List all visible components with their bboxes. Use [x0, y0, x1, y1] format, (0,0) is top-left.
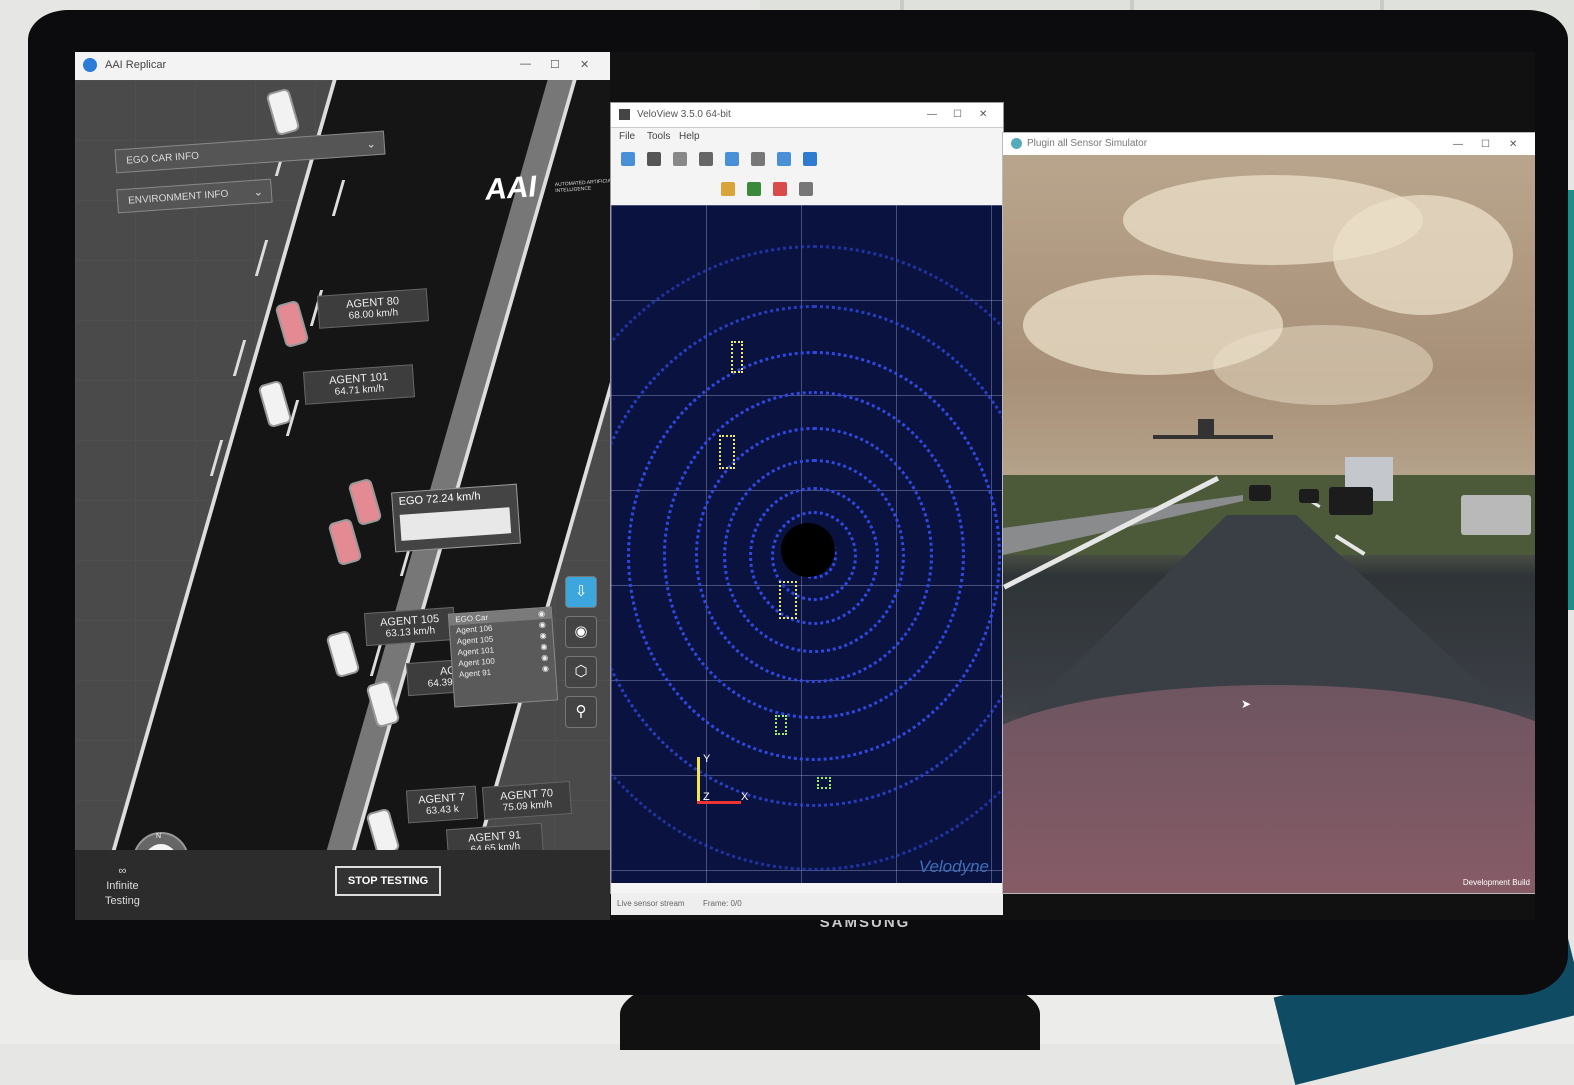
infinite-testing-indicator: ∞ Infinite Testing — [105, 865, 140, 907]
minimize-button[interactable]: — — [1453, 139, 1463, 150]
eye-icon: ◉ — [540, 641, 548, 652]
search-tool-button[interactable]: ⚲ — [565, 696, 597, 728]
infinity-icon: ∞ — [118, 865, 127, 877]
ego-speed: 72.24 km/h — [425, 490, 481, 507]
monitor-screen: AAI Replicar — ☐ ✕ EGO CAR INFO ⌄ ENVIRO… — [75, 52, 1535, 920]
car-hood — [1003, 685, 1535, 893]
sensor-simulator-window: Plugin all Sensor Simulator — ☐ ✕ ➤ Deve… — [1002, 132, 1535, 894]
menu-bar: File Tools Help — [611, 128, 1003, 146]
toolbar-button[interactable] — [799, 182, 813, 196]
traffic-car — [1249, 485, 1271, 501]
toolbar — [611, 146, 1003, 207]
eye-icon: ◉ — [539, 630, 547, 641]
app-logo-icon — [83, 58, 97, 72]
close-button[interactable]: ✕ — [580, 58, 589, 71]
detected-object-marker — [731, 341, 743, 373]
cube-tool-button[interactable]: ⬡ — [565, 656, 597, 688]
cloud — [1333, 195, 1513, 315]
agent-label: AGENT 70 75.09 km/h — [481, 780, 573, 821]
simulator-window: AAI Replicar — ☐ ✕ EGO CAR INFO ⌄ ENVIRO… — [75, 52, 610, 920]
simulator-titlebar: AAI Replicar — ☐ ✕ — [75, 52, 610, 81]
toolbar-button[interactable] — [725, 152, 739, 166]
aai-logo: AAI — [483, 170, 538, 207]
ego-label: EGO — [398, 494, 424, 508]
status-bar: Live sensor stream Frame: 0/0 — [611, 893, 1003, 915]
top-down-map[interactable]: EGO CAR INFO ⌄ ENVIRONMENT INFO ⌄ AAI AU… — [75, 80, 610, 850]
status-left: Live sensor stream — [617, 899, 685, 908]
window-title: VeloView 3.5.0 64-bit — [637, 109, 731, 120]
toolbar-button[interactable] — [803, 152, 817, 166]
simulator-bottom-bar: ∞ Infinite Testing STOP TESTING — [75, 850, 610, 920]
toolbar-button[interactable] — [621, 152, 635, 166]
close-button[interactable]: ✕ — [979, 109, 987, 120]
sensor-simulator-titlebar: Plugin all Sensor Simulator — ☐ ✕ — [1003, 133, 1535, 156]
app-icon — [1011, 138, 1022, 149]
environment-info-label: ENVIRONMENT INFO — [127, 188, 229, 207]
maximize-button[interactable]: ☐ — [1481, 139, 1490, 150]
toolbar-button[interactable] — [699, 152, 713, 166]
maximize-button[interactable]: ☐ — [953, 109, 962, 120]
ego-info-bar — [399, 507, 512, 541]
toolbar-button[interactable] — [647, 152, 661, 166]
toolbar-button[interactable] — [721, 182, 735, 196]
lidar-center-blindspot — [781, 523, 835, 577]
eye-icon: ◉ — [541, 663, 550, 674]
ego-car-info-label: EGO CAR INFO — [125, 150, 200, 167]
chevron-down-icon: ⌄ — [366, 138, 377, 151]
veloview-app-icon — [619, 109, 630, 120]
traffic-car — [1299, 489, 1319, 503]
camera-view[interactable]: ➤ Development Build — [1003, 155, 1535, 893]
detected-object-marker — [817, 777, 831, 789]
traffic-car — [1461, 495, 1531, 535]
minimize-button[interactable]: — — [520, 58, 531, 70]
toolbar-button[interactable] — [673, 152, 687, 166]
agent-label: AGENT 7 63.43 k — [405, 785, 479, 824]
detected-object-marker — [719, 435, 735, 469]
road-sign — [1198, 419, 1214, 437]
close-button[interactable]: ✕ — [1509, 139, 1517, 150]
z-axis-label: Z — [703, 791, 710, 803]
toolbar-button[interactable] — [751, 152, 765, 166]
minimize-button[interactable]: — — [927, 109, 937, 120]
toolbar-button[interactable] — [777, 152, 791, 166]
cloud — [1213, 325, 1433, 405]
chevron-down-icon: ⌄ — [253, 186, 264, 199]
mouse-cursor-icon: ➤ — [1241, 697, 1252, 711]
veloview-window: VeloView 3.5.0 64-bit — ☐ ✕ File Tools H… — [610, 102, 1004, 915]
download-tool-button[interactable]: ⇩ — [565, 576, 597, 608]
toolbar-button[interactable] — [747, 182, 761, 196]
eye-icon: ◉ — [537, 608, 546, 619]
agent-label: AGENT 105 63.13 km/h — [363, 606, 457, 647]
maximize-button[interactable]: ☐ — [550, 58, 560, 71]
x-axis-label: X — [741, 791, 749, 803]
eye-icon: ◉ — [538, 619, 547, 630]
y-axis-line — [697, 757, 700, 803]
lidar-point-cloud-view[interactable]: Y Z X Velodyne — [611, 205, 1003, 883]
window-title: AAI Replicar — [105, 59, 167, 71]
menu-file[interactable]: File — [619, 131, 635, 142]
eye-icon: ◉ — [540, 652, 549, 663]
detected-object-marker — [779, 581, 797, 619]
y-axis-label: Y — [703, 753, 711, 765]
veloview-titlebar: VeloView 3.5.0 64-bit — ☐ ✕ — [611, 103, 1003, 128]
detected-object-marker — [775, 715, 787, 735]
traffic-car — [1329, 487, 1373, 515]
menu-tools[interactable]: Tools — [647, 131, 670, 142]
window-title: Plugin all Sensor Simulator — [1027, 138, 1148, 149]
agent-visibility-list: EGO Car ◉ Agent 106 ◉ Agent 105 ◉ Agent 101… — [447, 606, 559, 708]
development-build-label: Development Build — [1462, 878, 1530, 887]
eye-tool-button[interactable]: ◉ — [565, 616, 597, 648]
stop-testing-button[interactable]: STOP TESTING — [335, 866, 441, 896]
velodyne-logo: Velodyne — [918, 857, 989, 876]
toolbar-button[interactable] — [773, 182, 787, 196]
axes-gizmo: Y Z X — [691, 753, 751, 817]
compass-north: N — [156, 833, 162, 840]
status-right: Frame: 0/0 — [703, 899, 742, 908]
menu-help[interactable]: Help — [679, 131, 700, 142]
ego-info-panel: EGO 72.24 km/h — [391, 483, 521, 553]
